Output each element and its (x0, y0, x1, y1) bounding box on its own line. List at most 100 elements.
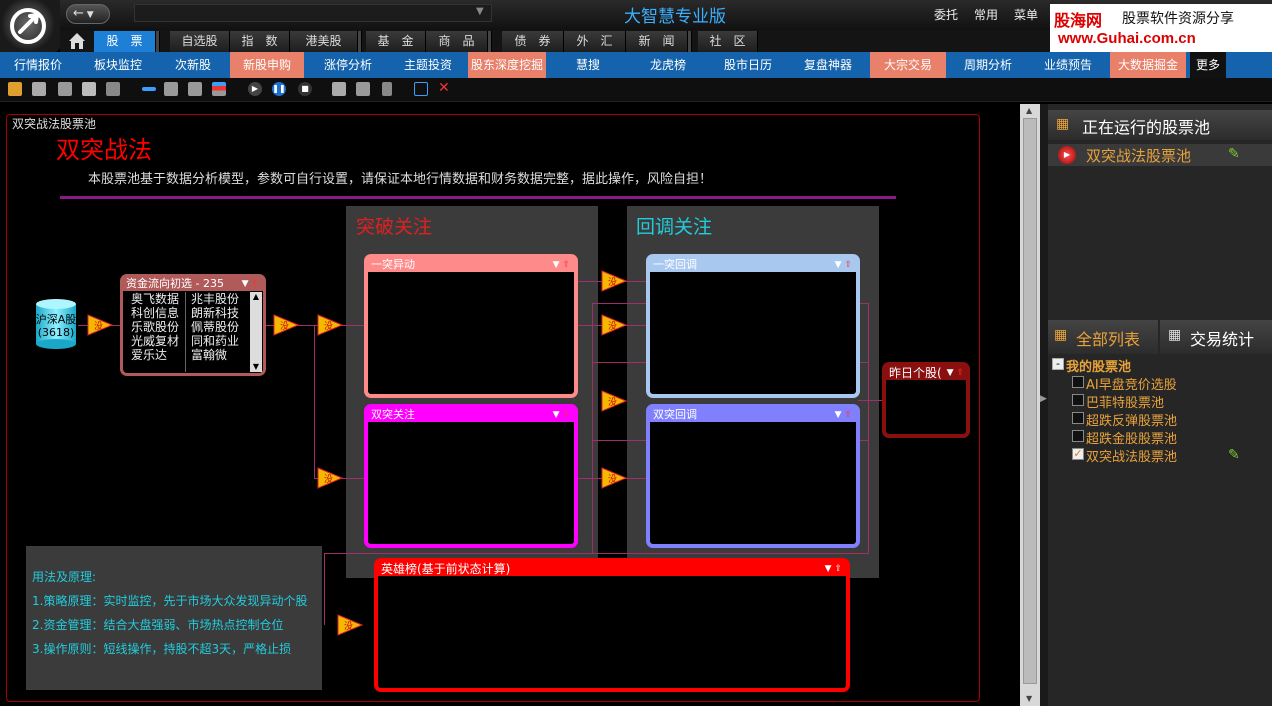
switch-icon[interactable]: 没 (316, 313, 344, 337)
up-icon[interactable]: ⇧ (834, 564, 842, 574)
list-item[interactable]: 同和药业 (191, 334, 247, 348)
subtab-huisou[interactable]: 慧搜 (550, 52, 626, 78)
menu-entrust[interactable]: 委托 (934, 6, 958, 23)
switch-icon[interactable]: 没 (316, 466, 344, 490)
subtab-ipo[interactable]: 新股申购 (230, 52, 304, 78)
up-icon[interactable]: ⇧ (844, 410, 852, 420)
subtab-theme[interactable]: 主题投资 (390, 52, 466, 78)
tree-item[interactable]: 超跌反弹股票池 (1072, 410, 1232, 429)
box-controls[interactable]: ▼ ⇧ (835, 258, 852, 272)
first-pullback-box[interactable]: 一突回调 ▼ ⇧ (646, 254, 860, 398)
scroll-up-icon[interactable]: ▲ (250, 292, 262, 302)
scroll-down-icon[interactable]: ▼ (250, 362, 262, 372)
filter-icon[interactable]: ▼ (553, 410, 560, 420)
address-combobox[interactable] (134, 4, 492, 22)
filter-icon[interactable]: ▼ (835, 410, 842, 420)
align-top-icon[interactable] (142, 87, 156, 91)
app-logo[interactable] (0, 0, 60, 52)
scroll-down-icon[interactable]: ▼ (1026, 694, 1032, 703)
back-forward-button[interactable]: ← ▼ (66, 4, 110, 24)
list-item[interactable]: 富翰微 (191, 348, 247, 362)
folder-icon[interactable] (32, 82, 46, 96)
menu-common[interactable]: 常用 (974, 6, 998, 23)
up-icon[interactable]: ⇧ (251, 279, 259, 289)
up-icon[interactable]: ⇧ (562, 260, 570, 270)
subtab-block-trade[interactable]: 大宗交易 (870, 52, 946, 78)
tab-stocks[interactable]: 股 票 (94, 31, 156, 52)
home-icon[interactable] (66, 31, 88, 54)
collapse-icon[interactable]: - (1052, 358, 1064, 370)
subtab-big-data[interactable]: 大数据掘金 (1110, 52, 1186, 78)
fund-flow-box[interactable]: 资金流向初选 - 235 ▼ ⇧ 奥飞数据 科创信息 乐歌股份 光威复材 爱乐达… (120, 274, 266, 376)
panel-splitter[interactable]: ▶ (1040, 104, 1048, 706)
scrollbar[interactable]: ▲ ▼ (250, 292, 262, 372)
yesterday-stocks-box[interactable]: 昨日个股( ▼ ⇧ (882, 362, 970, 438)
checkbox[interactable] (1072, 394, 1084, 406)
box-controls[interactable]: ▼ ⇧ (553, 408, 570, 422)
tab-news[interactable]: 新 闻 (626, 31, 688, 52)
pause-icon[interactable]: ❚❚ (272, 82, 286, 96)
subtab-limit-up[interactable]: 涨停分析 (310, 52, 386, 78)
subtab-calendar[interactable]: 股市日历 (710, 52, 786, 78)
up-icon[interactable]: ⇧ (844, 260, 852, 270)
run-icon[interactable]: ▶ (1058, 146, 1076, 164)
switch-icon[interactable]: 没 (600, 313, 628, 337)
edit-icon[interactable]: ✎ (1228, 146, 1240, 162)
double-breakout-box[interactable]: 双突关注 ▼ ⇧ (364, 404, 578, 548)
subtab-sub-new[interactable]: 次新股 (160, 52, 226, 78)
stop-icon[interactable]: ■ (298, 82, 312, 96)
filter-icon[interactable]: ▼ (947, 368, 954, 378)
list-item[interactable]: 乐歌股份 (131, 320, 185, 334)
align-bottom-icon[interactable] (188, 82, 202, 96)
subtab-replay[interactable]: 复盘神器 (790, 52, 866, 78)
running-pool-item[interactable]: ▶ 双突战法股票池 ✎ (1048, 144, 1272, 166)
save-icon[interactable] (58, 82, 72, 96)
tree-item[interactable]: AI早盘竞价选股 (1072, 374, 1232, 393)
tab-bond[interactable]: 债 券 (502, 31, 564, 52)
list-item[interactable]: 科创信息 (131, 306, 185, 320)
box-controls[interactable]: ▼ ⇧ (835, 408, 852, 422)
copy-icon[interactable] (106, 82, 120, 96)
tab-watchlist[interactable]: 自选股 (170, 31, 230, 52)
tab-forex[interactable]: 外 汇 (564, 31, 626, 52)
switch-icon[interactable]: 没 (600, 389, 628, 413)
vertical-scrollbar[interactable]: ▲ ▼ (1020, 104, 1040, 706)
tab-hk-us[interactable]: 港美股 (290, 31, 358, 52)
tree-item[interactable]: 巴菲特股票池 (1072, 392, 1232, 411)
checkbox-checked[interactable]: ✓ (1072, 448, 1084, 460)
switch-icon[interactable]: 没 (86, 313, 114, 337)
switch-icon[interactable]: 没 (600, 466, 628, 490)
tab-index[interactable]: 指 数 (230, 31, 290, 52)
list-item[interactable]: 光威复材 (131, 334, 185, 348)
switch-icon[interactable]: 没 (272, 313, 300, 337)
list-item[interactable]: 爱乐达 (131, 348, 185, 362)
filter-icon[interactable]: ▼ (553, 260, 560, 270)
zoom-icon[interactable] (356, 82, 370, 96)
filter-icon[interactable]: ▼ (825, 564, 832, 574)
subtab-dragon-tiger[interactable]: 龙虎榜 (630, 52, 706, 78)
subtab-cycle[interactable]: 周期分析 (950, 52, 1026, 78)
checkbox[interactable] (1072, 376, 1084, 388)
scroll-thumb[interactable] (1023, 118, 1037, 684)
tree-item[interactable]: 超跌金股股票池 (1072, 428, 1232, 447)
filter-icon[interactable]: ▼ (835, 260, 842, 270)
delete-icon[interactable] (382, 82, 392, 96)
box-controls[interactable]: ▼ ⇧ (947, 366, 964, 380)
list-item[interactable]: 朗新科技 (191, 306, 247, 320)
box-controls[interactable]: ▼ ⇧ (553, 258, 570, 272)
align-left-icon[interactable] (164, 82, 178, 96)
subtab-earnings[interactable]: 业绩预告 (1030, 52, 1106, 78)
subtab-shareholder[interactable]: 股东深度挖掘 (468, 52, 546, 78)
edit-icon[interactable]: ✎ (1228, 447, 1240, 463)
switch-icon[interactable]: 没 (336, 613, 364, 637)
filter-icon[interactable]: ▼ (242, 279, 249, 289)
up-icon[interactable]: ⇧ (562, 410, 570, 420)
close-icon[interactable]: ✕ (438, 80, 450, 96)
find-icon[interactable] (332, 82, 346, 96)
frame-icon[interactable] (414, 82, 428, 96)
switch-icon[interactable]: 没 (600, 269, 628, 293)
splitter-arrow-icon[interactable]: ▶ (1040, 394, 1047, 404)
tab-community[interactable]: 社 区 (698, 31, 758, 52)
list-item[interactable]: 佩蒂股份 (191, 320, 247, 334)
chevron-down-icon[interactable]: ▼ (476, 6, 484, 17)
